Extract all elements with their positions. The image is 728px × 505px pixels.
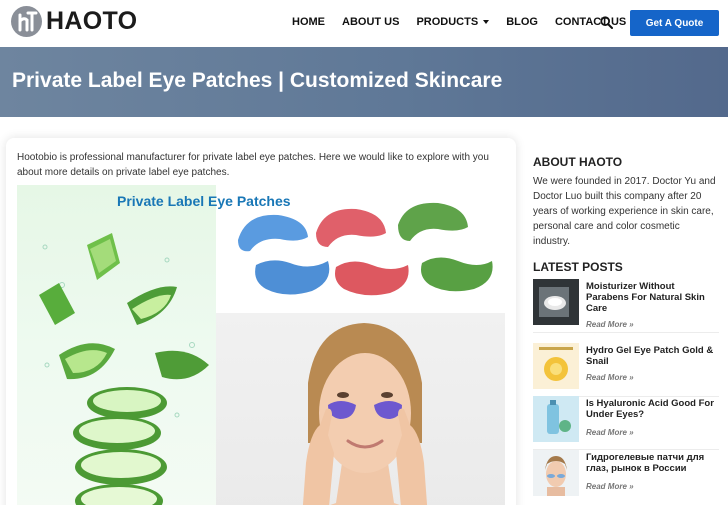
post-thumbnail[interactable] [533,450,579,496]
nav-about-us-label: ABOUT US [342,16,400,28]
search-icon[interactable] [600,16,613,29]
post-item[interactable]: Moisturizer Without Parabens For Natural… [533,279,719,333]
article-card: Hootobio is professional manufacturer fo… [6,138,516,505]
aloe-vera-image [17,185,216,505]
post-thumbnail[interactable] [533,343,579,389]
read-more-link[interactable]: Read More » [586,428,634,437]
hero-title: Private Label Eye Patches [117,193,291,209]
page-banner: Private Label Eye Patches | Customized S… [0,47,728,117]
logo-text: HAOTO [46,7,138,35]
nav-contact-us-label: CONTACT US [554,16,627,28]
post-item[interactable]: Hydro Gel Eye Patch Gold & Snail Read Mo… [533,343,719,397]
post-title[interactable]: Is Hyaluronic Acid Good For Under Eyes? [586,398,716,420]
post-thumbnail[interactable] [533,396,579,442]
about-section-title: ABOUT HAOTO [533,155,623,169]
post-item[interactable]: Is Hyaluronic Acid Good For Under Eyes? … [533,396,719,450]
nav-home[interactable]: HOME [292,16,325,28]
logo-mark-icon [11,6,42,37]
nav-blog-label: BLOG [506,16,538,28]
read-more-link[interactable]: Read More » [586,373,634,382]
model-with-eye-patches-image [216,313,505,505]
nav-products[interactable]: PRODUCTS [416,16,490,28]
post-divider [533,332,719,333]
hero-image: Private Label Eye Patches [17,185,505,505]
article-intro: Hootobio is professional manufacturer fo… [17,152,489,178]
post-thumbnail[interactable] [533,279,579,325]
post-title[interactable]: Moisturizer Without Parabens For Natural… [586,281,716,314]
nav-about-us[interactable]: ABOUT US [342,16,399,28]
post-title[interactable]: Гидрогелевые патчи для глаз, рынок в Рос… [586,452,716,474]
nav-contact-us[interactable]: CONTACT US [555,16,626,28]
read-more-link[interactable]: Read More » [586,482,634,491]
read-more-link[interactable]: Read More » [586,320,634,329]
nav-blog[interactable]: BLOG [506,16,538,28]
nav-products-label: PRODUCTS [416,16,479,28]
caret-down-icon [483,20,490,24]
main-nav: HOME ABOUT US PRODUCTS BLOG CONTACT US [292,16,643,28]
logo[interactable]: HAOTO [11,6,137,37]
post-item[interactable]: Гидрогелевые патчи для глаз, рынок в Рос… [533,450,719,500]
nav-home-label: HOME [292,16,325,28]
about-text: We were founded in 2017. Doctor Yu and D… [533,176,716,247]
site-header: HAOTO HOME ABOUT US PRODUCTS BLOG CONTAC… [0,0,728,47]
post-title[interactable]: Hydro Gel Eye Patch Gold & Snail [586,345,716,367]
latest-posts-title: LATEST POSTS [533,260,623,274]
get-a-quote-button[interactable]: Get A Quote [630,10,719,36]
page-title: Private Label Eye Patches | Customized S… [12,69,503,92]
